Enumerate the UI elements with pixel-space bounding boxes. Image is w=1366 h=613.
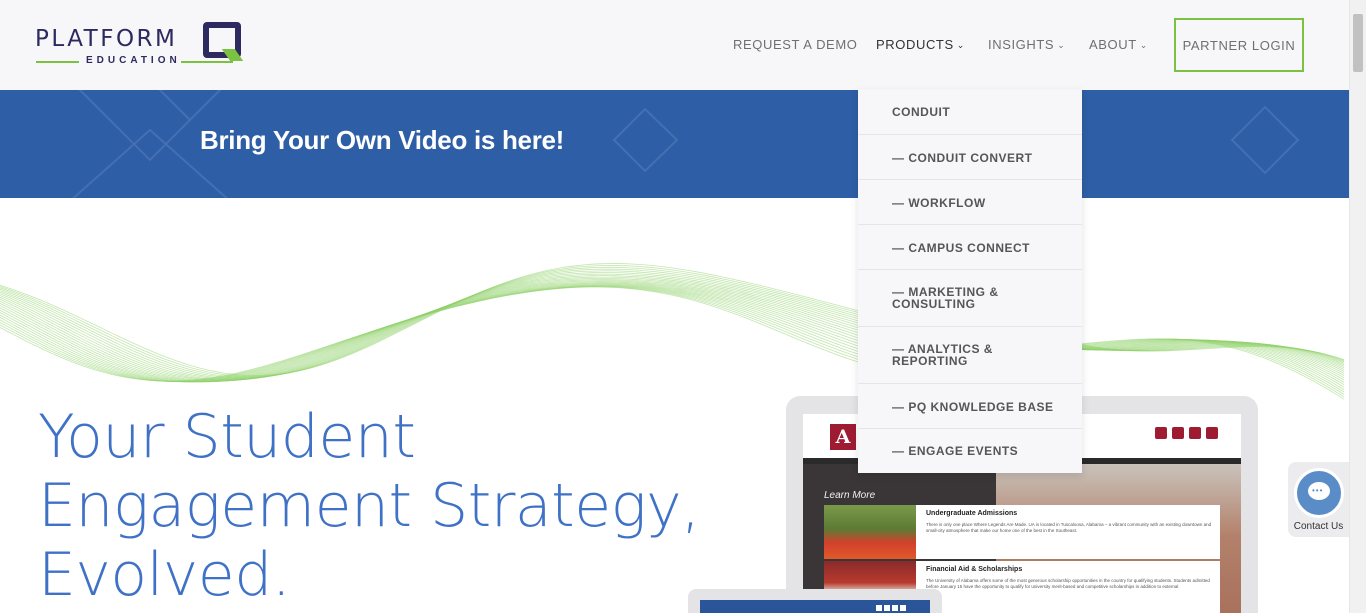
scrollbar-thumb[interactable] — [1353, 14, 1363, 72]
menu-item-label: — PQ KNOWLEDGE BASE — [892, 400, 1054, 414]
site-header: PLATFORM EDUCATION REQUEST A DEMO PRODUC… — [0, 0, 1349, 90]
mockup-card-text: There is only one place Where Legends Ar… — [926, 522, 1212, 533]
hero-title-line: Evolved. — [38, 540, 291, 610]
mockup-learn-more: Learn More — [824, 490, 876, 501]
campus-photo — [824, 505, 916, 559]
page-scrollbar[interactable] — [1349, 0, 1366, 613]
mockup-card-title: Financial Aid & Scholarships — [926, 566, 1023, 573]
mockup-card-text: The University of Alabama offers some of… — [926, 578, 1210, 589]
social-icon — [892, 605, 898, 611]
nav-products[interactable]: PRODUCTS ⌄ — [876, 37, 965, 52]
wave-line — [0, 283, 1345, 386]
nav-insights-label: INSIGHTS — [988, 37, 1055, 52]
nav-insights[interactable]: INSIGHTS ⌄ — [988, 37, 1065, 52]
logo-wordmark: PLATFORM — [35, 26, 178, 52]
wave-line — [0, 283, 1345, 383]
menu-item-label: — WORKFLOW — [892, 196, 986, 210]
twitter-icon — [1189, 427, 1201, 439]
wave-line — [0, 280, 1345, 383]
menu-item-label: — CONDUIT CONVERT — [892, 151, 1033, 165]
contact-us-widget[interactable]: ••• Contact Us — [1288, 462, 1349, 537]
mockup-card: Undergraduate Admissions There is only o… — [824, 505, 1220, 559]
menu-item-marketing-consulting[interactable]: — MARKETING & CONSULTING — [858, 270, 1082, 327]
menu-item-conduit-convert[interactable]: — CONDUIT CONVERT — [858, 135, 1082, 180]
page: PLATFORM EDUCATION REQUEST A DEMO PRODUC… — [0, 0, 1366, 613]
menu-item-label: CONSULTING — [892, 297, 976, 311]
menu-item-pq-knowledge-base[interactable]: — PQ KNOWLEDGE BASE — [858, 384, 1082, 429]
hero-title-line: Engagement Strategy, — [38, 471, 700, 541]
banner-headline: Bring Your Own Video is here! — [200, 125, 565, 155]
facebook-icon — [1172, 427, 1184, 439]
social-icon — [900, 605, 906, 611]
email-icon — [1155, 427, 1167, 439]
logo-accent-line-left — [36, 61, 79, 63]
social-icon — [884, 605, 890, 611]
menu-item-label: — ENGAGE EVENTS — [892, 444, 1019, 458]
chevron-down-icon: ⌄ — [956, 40, 965, 50]
wave-line — [0, 270, 1345, 380]
nav-about-label: ABOUT — [1089, 37, 1137, 52]
logo-subtitle: EDUCATION — [86, 55, 181, 66]
wave-line — [0, 273, 1345, 381]
wave-line — [0, 281, 1345, 383]
mockup-card-title: Undergraduate Admissions — [926, 510, 1018, 517]
menu-item-campus-connect[interactable]: — CAMPUS CONNECT — [858, 225, 1082, 270]
menu-item-workflow[interactable]: — WORKFLOW — [858, 180, 1082, 225]
menu-item-analytics-reporting[interactable]: — ANALYTICS & REPORTING — [858, 327, 1082, 384]
chevron-down-icon: ⌄ — [1057, 40, 1066, 50]
university-logo: A — [830, 424, 856, 450]
nav-request-demo-label: REQUEST A DEMO — [733, 37, 858, 52]
chevron-down-icon: ⌄ — [1139, 40, 1148, 50]
nav-request-demo[interactable]: REQUEST A DEMO — [733, 37, 857, 52]
chat-dots: ••• — [1312, 486, 1324, 495]
menu-item-engage-events[interactable]: — ENGAGE EVENTS — [858, 429, 1082, 473]
nav-products-label: PRODUCTS — [876, 37, 954, 52]
instagram-icon — [1206, 427, 1218, 439]
hero-title-line: Your Student — [38, 402, 416, 472]
nav-about[interactable]: ABOUT ⌄ — [1089, 37, 1148, 52]
contact-us-label: Contact Us — [1293, 521, 1344, 532]
products-dropdown-menu: CONDUIT — CONDUIT CONVERT — WORKFLOW — C… — [858, 89, 1082, 473]
hero-title: Your Student Engagement Strategy, Evolve… — [38, 403, 738, 610]
social-icon — [876, 605, 882, 611]
menu-item-label: REPORTING — [892, 354, 968, 368]
partner-login-button[interactable]: PARTNER LOGIN — [1174, 18, 1304, 72]
chat-bubble-icon: ••• — [1294, 468, 1344, 518]
platform-q-logo[interactable]: PLATFORM EDUCATION — [33, 20, 245, 68]
menu-item-conduit[interactable]: CONDUIT — [858, 89, 1082, 135]
menu-item-label: CONDUIT — [892, 105, 951, 119]
logo-accent-line-right — [181, 61, 233, 63]
wave-line — [0, 276, 1345, 382]
announcement-banner[interactable]: Bring Your Own Video is here! — [0, 90, 1349, 198]
menu-item-label: — CAMPUS CONNECT — [892, 241, 1031, 255]
wave-line — [0, 282, 1345, 383]
